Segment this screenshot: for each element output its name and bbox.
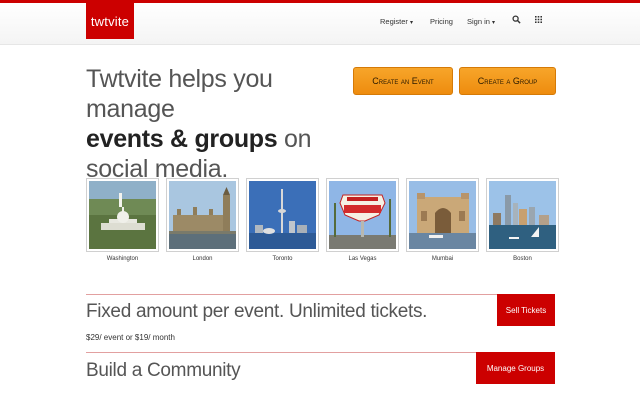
city-photo[interactable] (86, 178, 159, 252)
tickets-price: $29/ event or $19/ month (86, 333, 175, 342)
city-label: Mumbai (431, 256, 454, 262)
city-photo[interactable] (486, 178, 559, 252)
city-photo[interactable] (246, 178, 319, 252)
city-label: Las Vegas (348, 256, 377, 262)
city-label: Washington (106, 256, 139, 262)
mumbai-gateway-image (409, 181, 476, 249)
community-section: Build a Community Manage Groups (86, 352, 555, 400)
nav-sign-in-label: Sign in (467, 17, 490, 26)
chevron-down-icon: ▾ (409, 20, 413, 26)
london-parliament-image (169, 181, 236, 249)
city-label: London (192, 256, 213, 262)
city-label: Boston (513, 256, 532, 262)
las-vegas-sign-image (329, 181, 396, 249)
grid-icon[interactable] (535, 16, 542, 25)
nav-pricing[interactable]: Pricing (430, 17, 453, 26)
city-card-london[interactable]: London (166, 178, 239, 262)
toronto-skyline-image (249, 181, 316, 249)
section-divider (86, 294, 555, 295)
city-card-boston[interactable]: Boston (486, 178, 559, 262)
city-photo[interactable] (166, 178, 239, 252)
city-card-toronto[interactable]: Toronto (246, 178, 319, 262)
city-photo[interactable] (406, 178, 479, 252)
city-label: Toronto (272, 256, 293, 262)
city-card-mumbai[interactable]: Mumbai (406, 178, 479, 262)
city-photo[interactable] (326, 178, 399, 252)
community-title: Build a Community (86, 360, 241, 381)
search-icon[interactable] (512, 15, 521, 26)
hero-bold-text: events & groups (86, 125, 278, 153)
hero-line-2-tail: on (277, 125, 312, 153)
hero-line-1: Twtvite helps you manage (86, 65, 273, 123)
create-event-button[interactable]: Create an Event (353, 67, 453, 95)
manage-groups-button[interactable]: Manage Groups (476, 352, 555, 384)
tickets-title: Fixed amount per event. Unlimited ticket… (86, 301, 428, 322)
nav-sign-in[interactable]: Sign in ▾ (467, 17, 495, 26)
tickets-section: Fixed amount per event. Unlimited ticket… (86, 294, 555, 334)
site-header: twtvite Register ▾ Pricing Sign in ▾ (0, 3, 640, 45)
sell-tickets-button[interactable]: Sell Tickets (497, 294, 555, 326)
washington-capitol-image (89, 181, 156, 249)
nav-register[interactable]: Register ▾ (380, 17, 413, 26)
city-card-las-vegas[interactable]: Las Vegas (326, 178, 399, 262)
hero-headline: Twtvite helps you manage events & groups… (86, 64, 356, 184)
chevron-down-icon: ▾ (491, 20, 495, 26)
city-card-washington[interactable]: Washington (86, 178, 159, 262)
create-group-button[interactable]: Create a Group (459, 67, 556, 95)
site-logo[interactable]: twtvite (86, 3, 134, 39)
nav-register-label: Register (380, 17, 408, 26)
boston-skyline-image (489, 181, 556, 249)
